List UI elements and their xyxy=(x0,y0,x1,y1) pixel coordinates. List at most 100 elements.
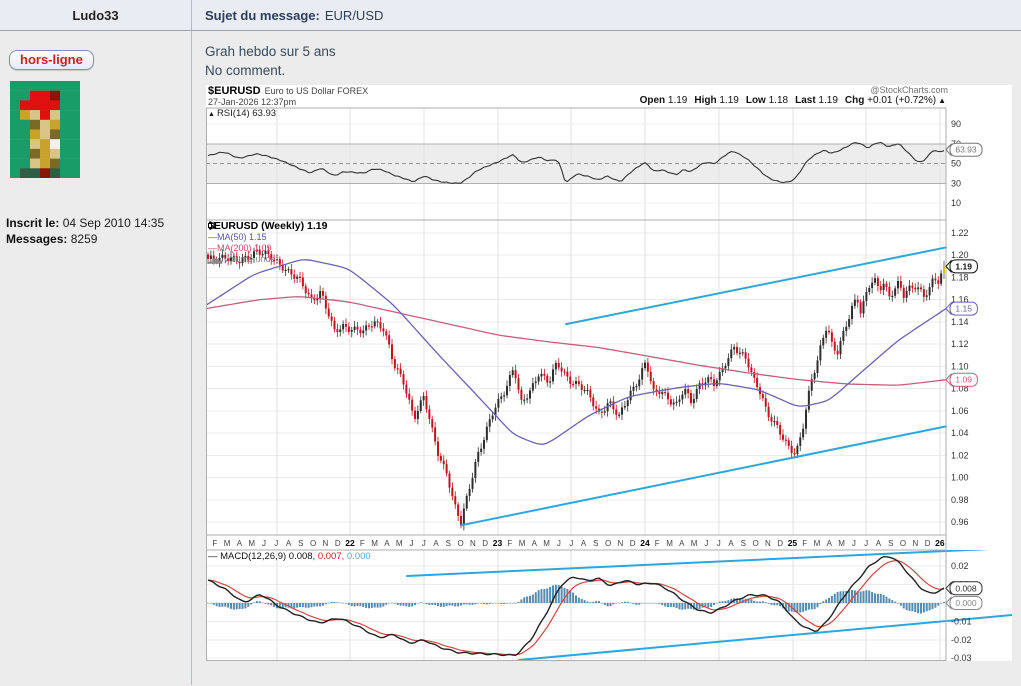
subject-label: Sujet du message: xyxy=(205,8,320,23)
svg-text:1.12: 1.12 xyxy=(951,339,969,349)
svg-text:M: M xyxy=(224,539,231,548)
svg-text:1.18: 1.18 xyxy=(951,272,969,282)
subject-cell: Sujet du message: EUR/USD xyxy=(192,0,1021,30)
svg-text:O: O xyxy=(457,539,463,548)
subject-value: EUR/USD xyxy=(325,8,384,23)
svg-text:F: F xyxy=(212,539,217,548)
chart-canvas: FMAMJJASOND22FMAMJJASOND23FMAMJJASOND24F… xyxy=(206,85,1012,661)
svg-text:J: J xyxy=(717,539,721,548)
svg-text:M: M xyxy=(396,539,403,548)
svg-text:J: J xyxy=(557,539,561,548)
svg-text:25: 25 xyxy=(788,538,798,548)
svg-text:M: M xyxy=(519,539,526,548)
svg-text:0.000: 0.000 xyxy=(955,598,977,608)
svg-text:A: A xyxy=(876,539,882,548)
svg-text:M: M xyxy=(666,539,673,548)
author-sidebar: hors-ligne Inscrit le: 04 Sep 2010 14:35… xyxy=(0,31,192,685)
svg-text:J: J xyxy=(569,539,573,548)
svg-text:90: 90 xyxy=(951,119,961,129)
joined-label: Inscrit le: xyxy=(6,216,59,230)
svg-text:A: A xyxy=(679,539,685,548)
svg-text:1.22: 1.22 xyxy=(951,228,969,238)
svg-text:J: J xyxy=(852,539,856,548)
svg-text:-0.03: -0.03 xyxy=(951,653,972,661)
svg-text:M: M xyxy=(691,539,698,548)
svg-text:J: J xyxy=(704,539,708,548)
svg-text:-0.01: -0.01 xyxy=(951,616,972,626)
svg-text:24: 24 xyxy=(640,538,650,548)
svg-text:0.02: 0.02 xyxy=(951,561,969,571)
svg-text:A: A xyxy=(384,539,390,548)
avatar xyxy=(10,81,80,178)
forum-post-page: Ludo33 Sujet du message: EUR/USD hors-li… xyxy=(0,0,1021,686)
svg-text:D: D xyxy=(925,539,931,548)
svg-text:M: M xyxy=(543,539,550,548)
svg-text:1.14: 1.14 xyxy=(951,317,969,327)
svg-text:A: A xyxy=(827,539,833,548)
svg-text:N: N xyxy=(765,539,771,548)
joined-value: 04 Sep 2010 14:35 xyxy=(63,216,164,230)
svg-text:S: S xyxy=(593,539,598,548)
svg-text:A: A xyxy=(433,539,439,548)
stockchart-image: FMAMJJASOND22FMAMJJASOND23FMAMJJASOND24F… xyxy=(206,85,1012,661)
svg-text:1.06: 1.06 xyxy=(951,406,969,416)
svg-text:J: J xyxy=(864,539,868,548)
svg-text:1.15: 1.15 xyxy=(955,304,972,314)
svg-text:1.20: 1.20 xyxy=(951,250,969,260)
svg-text:A: A xyxy=(237,539,243,548)
svg-text:F: F xyxy=(360,539,365,548)
post-header: Ludo33 Sujet du message: EUR/USD xyxy=(0,0,1021,31)
svg-text:0.98: 0.98 xyxy=(951,495,969,505)
svg-text:J: J xyxy=(274,539,278,548)
svg-text:1.19: 1.19 xyxy=(955,261,972,271)
message-line-1: Grah hebdo sur 5 ans xyxy=(205,44,1021,59)
messages-count: 8259 xyxy=(71,232,98,246)
svg-text:0.008: 0.008 xyxy=(955,583,977,593)
post-content: Grah hebdo sur 5 ans No comment. FMAMJJA… xyxy=(192,31,1021,685)
svg-text:30: 30 xyxy=(951,178,961,188)
svg-text:S: S xyxy=(446,539,451,548)
messages-info: Messages: 8259 xyxy=(6,231,178,247)
author-cell: Ludo33 xyxy=(0,0,192,30)
svg-text:1.09: 1.09 xyxy=(955,375,972,385)
messages-label: Messages: xyxy=(6,232,67,246)
svg-text:J: J xyxy=(409,539,413,548)
post-body: hors-ligne Inscrit le: 04 Sep 2010 14:35… xyxy=(0,31,1021,685)
svg-text:0.96: 0.96 xyxy=(951,517,969,527)
svg-text:A: A xyxy=(728,539,734,548)
svg-text:D: D xyxy=(777,539,783,548)
svg-text:A: A xyxy=(581,539,587,548)
svg-text:S: S xyxy=(298,539,303,548)
svg-text:S: S xyxy=(741,539,746,548)
svg-text:F: F xyxy=(802,539,807,548)
svg-text:D: D xyxy=(482,539,488,548)
svg-text:23: 23 xyxy=(493,538,503,548)
svg-text:N: N xyxy=(617,539,623,548)
svg-text:26: 26 xyxy=(935,538,945,548)
svg-text:O: O xyxy=(310,539,316,548)
svg-text:1.04: 1.04 xyxy=(951,428,969,438)
svg-text:N: N xyxy=(912,539,918,548)
svg-text:M: M xyxy=(248,539,255,548)
svg-text:M: M xyxy=(838,539,845,548)
svg-text:F: F xyxy=(655,539,660,548)
svg-text:50: 50 xyxy=(951,159,961,169)
svg-text:D: D xyxy=(335,539,341,548)
svg-text:O: O xyxy=(605,539,611,548)
svg-text:M: M xyxy=(371,539,378,548)
svg-text:J: J xyxy=(422,539,426,548)
svg-text:M: M xyxy=(814,539,821,548)
svg-text:-0.02: -0.02 xyxy=(951,635,972,645)
svg-text:D: D xyxy=(630,539,636,548)
svg-text:O: O xyxy=(900,539,906,548)
svg-text:S: S xyxy=(888,539,893,548)
svg-text:1.00: 1.00 xyxy=(951,473,969,483)
svg-text:F: F xyxy=(507,539,512,548)
svg-text:A: A xyxy=(532,539,538,548)
joined-info: Inscrit le: 04 Sep 2010 14:35 xyxy=(6,215,178,231)
svg-text:A: A xyxy=(286,539,292,548)
svg-text:N: N xyxy=(470,539,476,548)
svg-text:J: J xyxy=(262,539,266,548)
svg-text:O: O xyxy=(752,539,758,548)
post-author: Ludo33 xyxy=(72,8,118,23)
